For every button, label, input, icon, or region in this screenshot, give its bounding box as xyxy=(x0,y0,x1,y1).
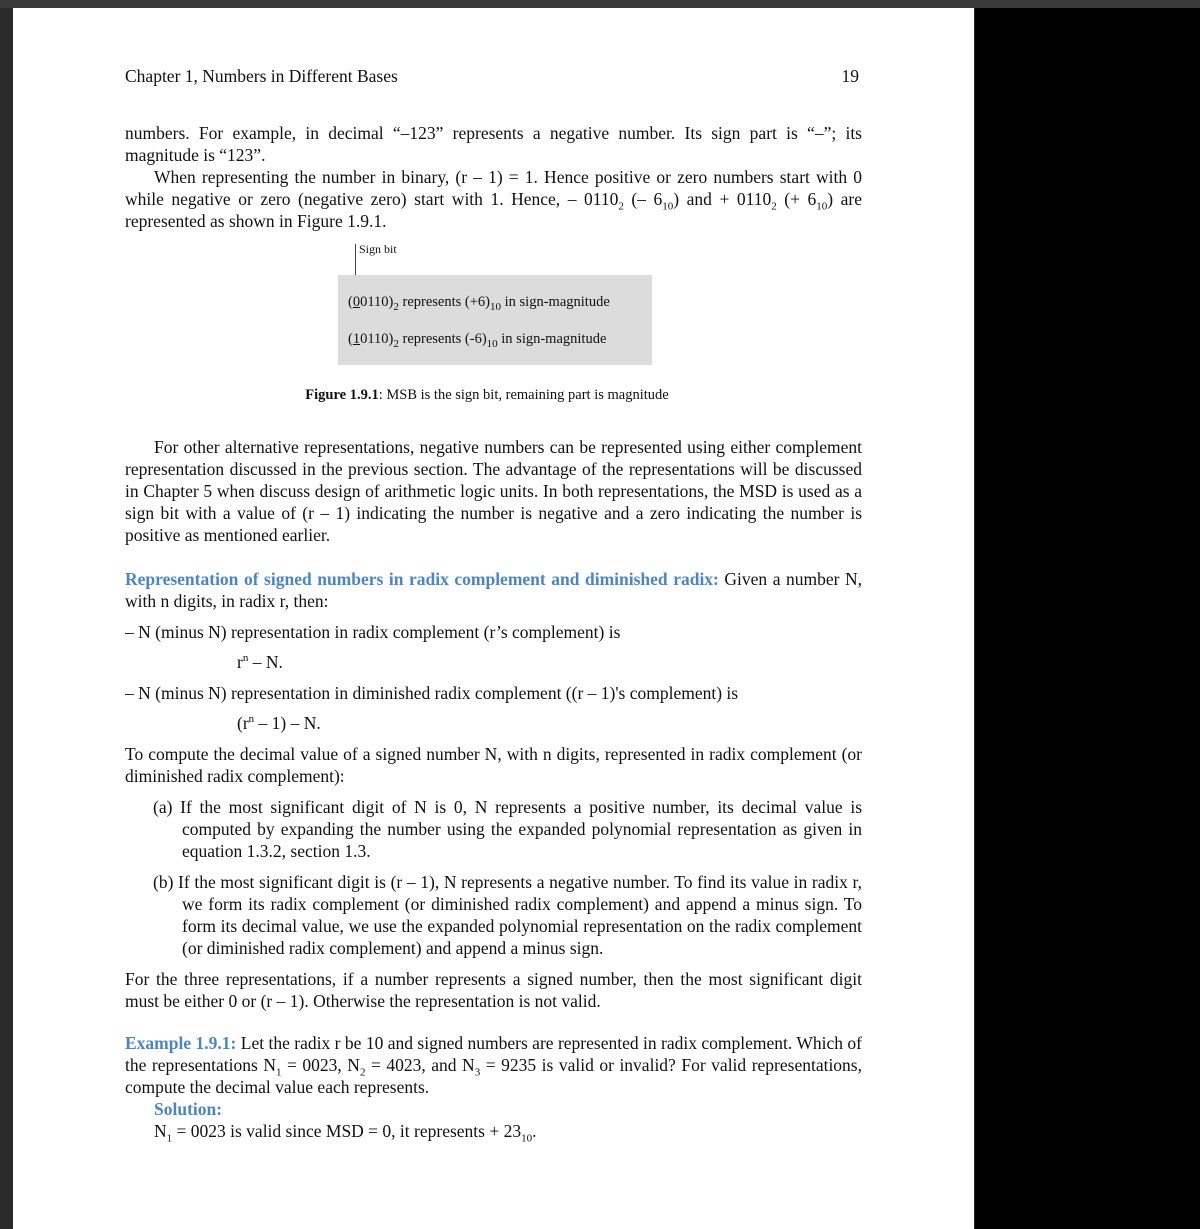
alternative-representations-paragraph: For other alternative representations, n… xyxy=(125,437,862,545)
list-item-a: (a) If the most significant digit of N i… xyxy=(153,797,862,861)
page-header: Chapter 1, Numbers in Different Bases 19 xyxy=(125,66,859,87)
figure-line-positive: (00110)2 represents (+6)10 in sign-magni… xyxy=(348,294,610,313)
figure-1-9-1: Sign bit (00110)2 represents (+6)10 in s… xyxy=(125,236,862,414)
figure-caption: Figure 1.9.1: MSB is the sign bit, remai… xyxy=(305,387,669,403)
sign-bit-label: Sign bit xyxy=(359,242,397,256)
signed-numbers-heading-paragraph: Representation of signed numbers in radi… xyxy=(125,569,862,611)
figure-box: (00110)2 represents (+6)10 in sign-magni… xyxy=(338,275,652,365)
three-representations-paragraph: For the three representations, if a numb… xyxy=(125,969,862,1011)
intro-paragraph-2: When representing the number in binary, … xyxy=(125,167,862,231)
window-top-bar xyxy=(0,0,1200,8)
intro-paragraph-1: numbers. For example, in decimal “–123” … xyxy=(125,123,862,165)
radix-complement-line: – N (minus N) representation in radix co… xyxy=(125,622,621,642)
solution-line: N1 = 0023 is valid since MSD = 0, it rep… xyxy=(154,1121,537,1145)
example-paragraph: Example 1.9.1: Let the radix r be 10 and… xyxy=(125,1033,862,1097)
compute-intro-paragraph: To compute the decimal value of a signed… xyxy=(125,744,862,786)
diminished-radix-line: – N (minus N) representation in diminish… xyxy=(125,683,739,703)
example-label: Example 1.9.1: xyxy=(125,1033,237,1053)
right-side-panel xyxy=(975,8,1200,1229)
document-page: Chapter 1, Numbers in Different Bases 19… xyxy=(13,8,974,1229)
figure-line-negative: (10110)2 represents (-6)10 in sign-magni… xyxy=(348,331,607,350)
list-item-b: (b) If the most significant digit is (r … xyxy=(153,872,862,958)
document-viewer[interactable]: Chapter 1, Numbers in Different Bases 19… xyxy=(0,8,1200,1229)
page-number: 19 xyxy=(841,66,860,86)
diminished-radix-equation: (rn – 1) – N. xyxy=(237,713,321,733)
radix-complement-equation: rn – N. xyxy=(237,652,283,672)
page-content: numbers. For example, in decimal “–123” … xyxy=(125,122,862,1145)
solution-label: Solution: xyxy=(154,1099,223,1119)
chapter-title: Chapter 1, Numbers in Different Bases xyxy=(125,66,398,86)
section-heading: Representation of signed numbers in radi… xyxy=(125,569,719,589)
